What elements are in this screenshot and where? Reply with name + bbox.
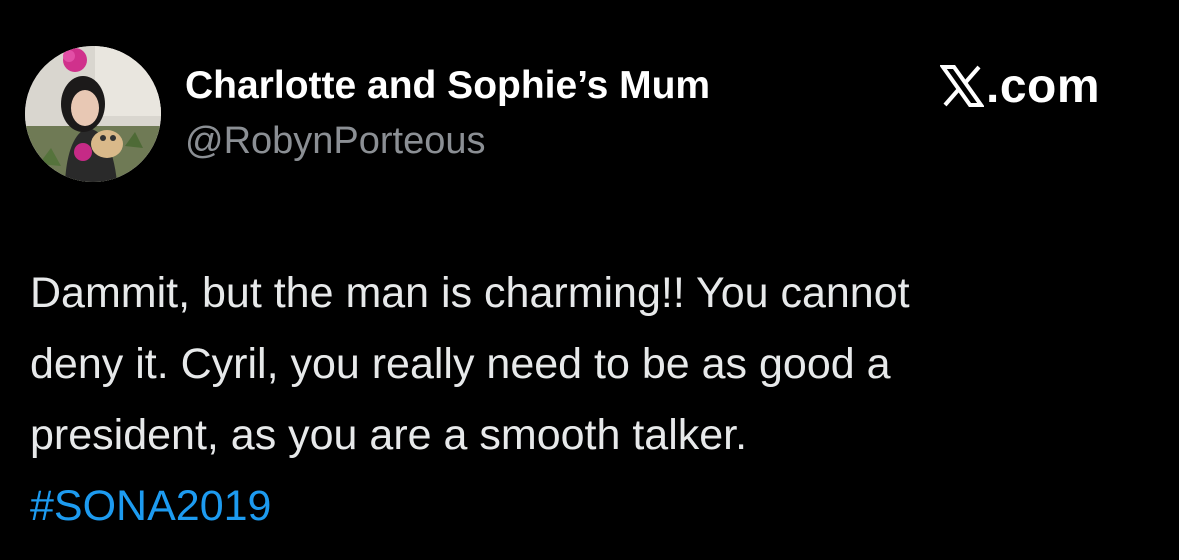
brand-domain-text: .com	[986, 59, 1101, 113]
tweet-card: Charlotte and Sophie’s Mum @RobynPorteou…	[0, 0, 1179, 560]
tweet-text: Dammit, but the man is charming!! You ca…	[30, 258, 1160, 542]
author-display-name[interactable]: Charlotte and Sophie’s Mum	[185, 64, 710, 108]
tweet-text-line: president, as you are a smooth talker.	[30, 411, 748, 459]
author-handle[interactable]: @RobynPorteous	[185, 120, 486, 163]
tweet-text-line: deny it. Cyril, you really need to be as…	[30, 340, 891, 388]
hashtag-link[interactable]: #SONA2019	[30, 471, 1160, 542]
avatar[interactable]	[25, 46, 161, 182]
brand-label: .com	[939, 58, 1101, 114]
tweet-text-line: Dammit, but the man is charming!! You ca…	[30, 269, 910, 317]
profile-photo-avatar-icon	[25, 46, 161, 182]
x-logo-icon	[939, 64, 985, 108]
